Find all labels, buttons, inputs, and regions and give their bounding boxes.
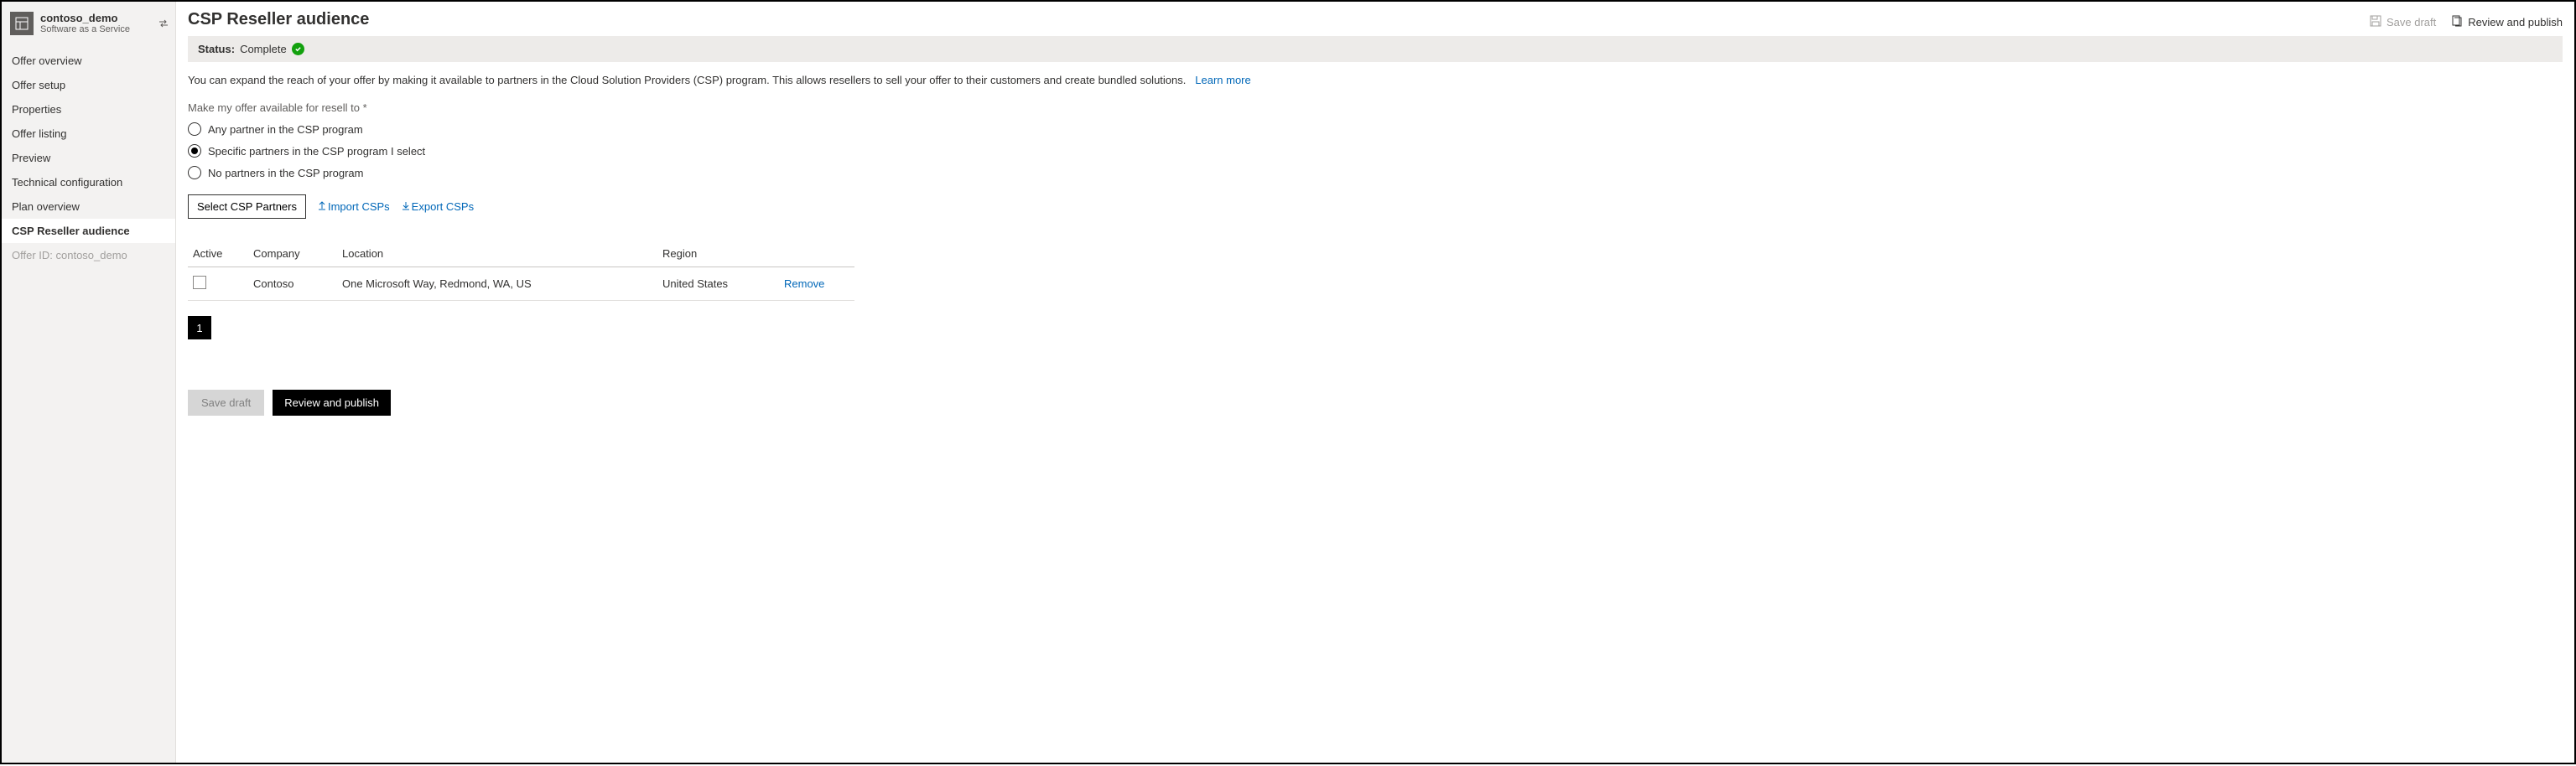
resell-field-label: Make my offer available for resell to * xyxy=(188,101,2563,114)
app-root: contoso_demo Software as a Service Offer… xyxy=(0,0,2576,764)
offer-name: contoso_demo xyxy=(40,12,130,24)
sidebar-item-properties[interactable]: Properties xyxy=(2,97,175,122)
radio-icon-selected xyxy=(188,144,201,158)
radio-icon xyxy=(188,122,201,136)
sidebar-item-plan-overview[interactable]: Plan overview xyxy=(2,194,175,219)
sidebar-item-technical-configuration[interactable]: Technical configuration xyxy=(2,170,175,194)
status-value: Complete xyxy=(240,43,287,55)
status-label: Status: xyxy=(198,43,235,55)
export-csps-link[interactable]: Export CSPs xyxy=(402,200,474,213)
th-region: Region xyxy=(657,241,779,267)
main-content: CSP Reseller audience Save draft Review … xyxy=(176,2,2574,763)
sidebar-item-csp-reseller-audience[interactable]: CSP Reseller audience xyxy=(2,219,175,243)
resell-radio-group: Any partner in the CSP program Specific … xyxy=(188,122,2563,179)
top-actions: Save draft Review and publish xyxy=(2370,15,2563,29)
sidebar-item-offer-overview[interactable]: Offer overview xyxy=(2,49,175,73)
partner-action-row: Select CSP Partners Import CSPs Export C… xyxy=(188,194,2563,219)
save-draft-button[interactable]: Save draft xyxy=(188,390,264,416)
review-publish-top-button[interactable]: Review and publish xyxy=(2451,15,2563,29)
radio-any-partner[interactable]: Any partner in the CSP program xyxy=(188,122,2563,136)
th-remove xyxy=(779,241,854,267)
save-draft-top-button[interactable]: Save draft xyxy=(2370,15,2436,29)
sidebar: contoso_demo Software as a Service Offer… xyxy=(2,2,176,763)
top-row: CSP Reseller audience Save draft Review … xyxy=(188,8,2563,36)
app-logo-icon xyxy=(10,12,34,35)
footer-actions: Save draft Review and publish xyxy=(188,390,2563,416)
export-csps-label: Export CSPs xyxy=(412,200,474,213)
page-title: CSP Reseller audience xyxy=(188,10,369,29)
sidebar-nav: Offer overview Offer setup Properties Of… xyxy=(2,49,175,267)
sidebar-item-preview[interactable]: Preview xyxy=(2,146,175,170)
select-csp-partners-button[interactable]: Select CSP Partners xyxy=(188,194,306,219)
description-text: You can expand the reach of your offer b… xyxy=(188,74,1186,86)
row-remove-link[interactable]: Remove xyxy=(784,277,824,290)
sidebar-title-block: contoso_demo Software as a Service xyxy=(40,12,130,35)
th-company: Company xyxy=(248,241,337,267)
th-active: Active xyxy=(188,241,248,267)
cell-location: One Microsoft Way, Redmond, WA, US xyxy=(337,267,657,301)
offer-type: Software as a Service xyxy=(40,24,130,35)
publish-icon xyxy=(2451,15,2463,29)
cell-company: Contoso xyxy=(248,267,337,301)
import-csps-label: Import CSPs xyxy=(328,200,390,213)
download-arrow-icon xyxy=(402,200,410,213)
pager: 1 xyxy=(188,316,2563,339)
learn-more-link[interactable]: Learn more xyxy=(1195,74,1250,86)
sidebar-item-offer-setup[interactable]: Offer setup xyxy=(2,73,175,97)
status-complete-icon xyxy=(292,43,304,55)
pager-page-1[interactable]: 1 xyxy=(188,316,211,339)
swap-icon[interactable] xyxy=(158,18,169,31)
partners-table: Active Company Location Region Contoso O… xyxy=(188,241,854,301)
description-block: You can expand the reach of your offer b… xyxy=(188,74,2563,86)
save-icon xyxy=(2370,15,2381,29)
th-location: Location xyxy=(337,241,657,267)
offer-id-label: Offer ID: contoso_demo xyxy=(2,243,175,267)
sidebar-header: contoso_demo Software as a Service xyxy=(2,7,175,44)
radio-specific-partners[interactable]: Specific partners in the CSP program I s… xyxy=(188,144,2563,158)
import-csps-link[interactable]: Import CSPs xyxy=(318,200,390,213)
table-header-row: Active Company Location Region xyxy=(188,241,854,267)
status-bar: Status: Complete xyxy=(188,36,2563,62)
table-row: Contoso One Microsoft Way, Redmond, WA, … xyxy=(188,267,854,301)
review-publish-top-label: Review and publish xyxy=(2468,16,2563,28)
review-publish-button[interactable]: Review and publish xyxy=(273,390,391,416)
row-active-checkbox[interactable] xyxy=(193,276,206,289)
save-draft-top-label: Save draft xyxy=(2386,16,2436,28)
radio-none-label: No partners in the CSP program xyxy=(208,167,363,179)
upload-arrow-icon xyxy=(318,200,326,213)
radio-specific-label: Specific partners in the CSP program I s… xyxy=(208,145,425,158)
radio-no-partners[interactable]: No partners in the CSP program xyxy=(188,166,2563,179)
radio-icon xyxy=(188,166,201,179)
sidebar-item-offer-listing[interactable]: Offer listing xyxy=(2,122,175,146)
cell-region: United States xyxy=(657,267,779,301)
radio-any-label: Any partner in the CSP program xyxy=(208,123,363,136)
